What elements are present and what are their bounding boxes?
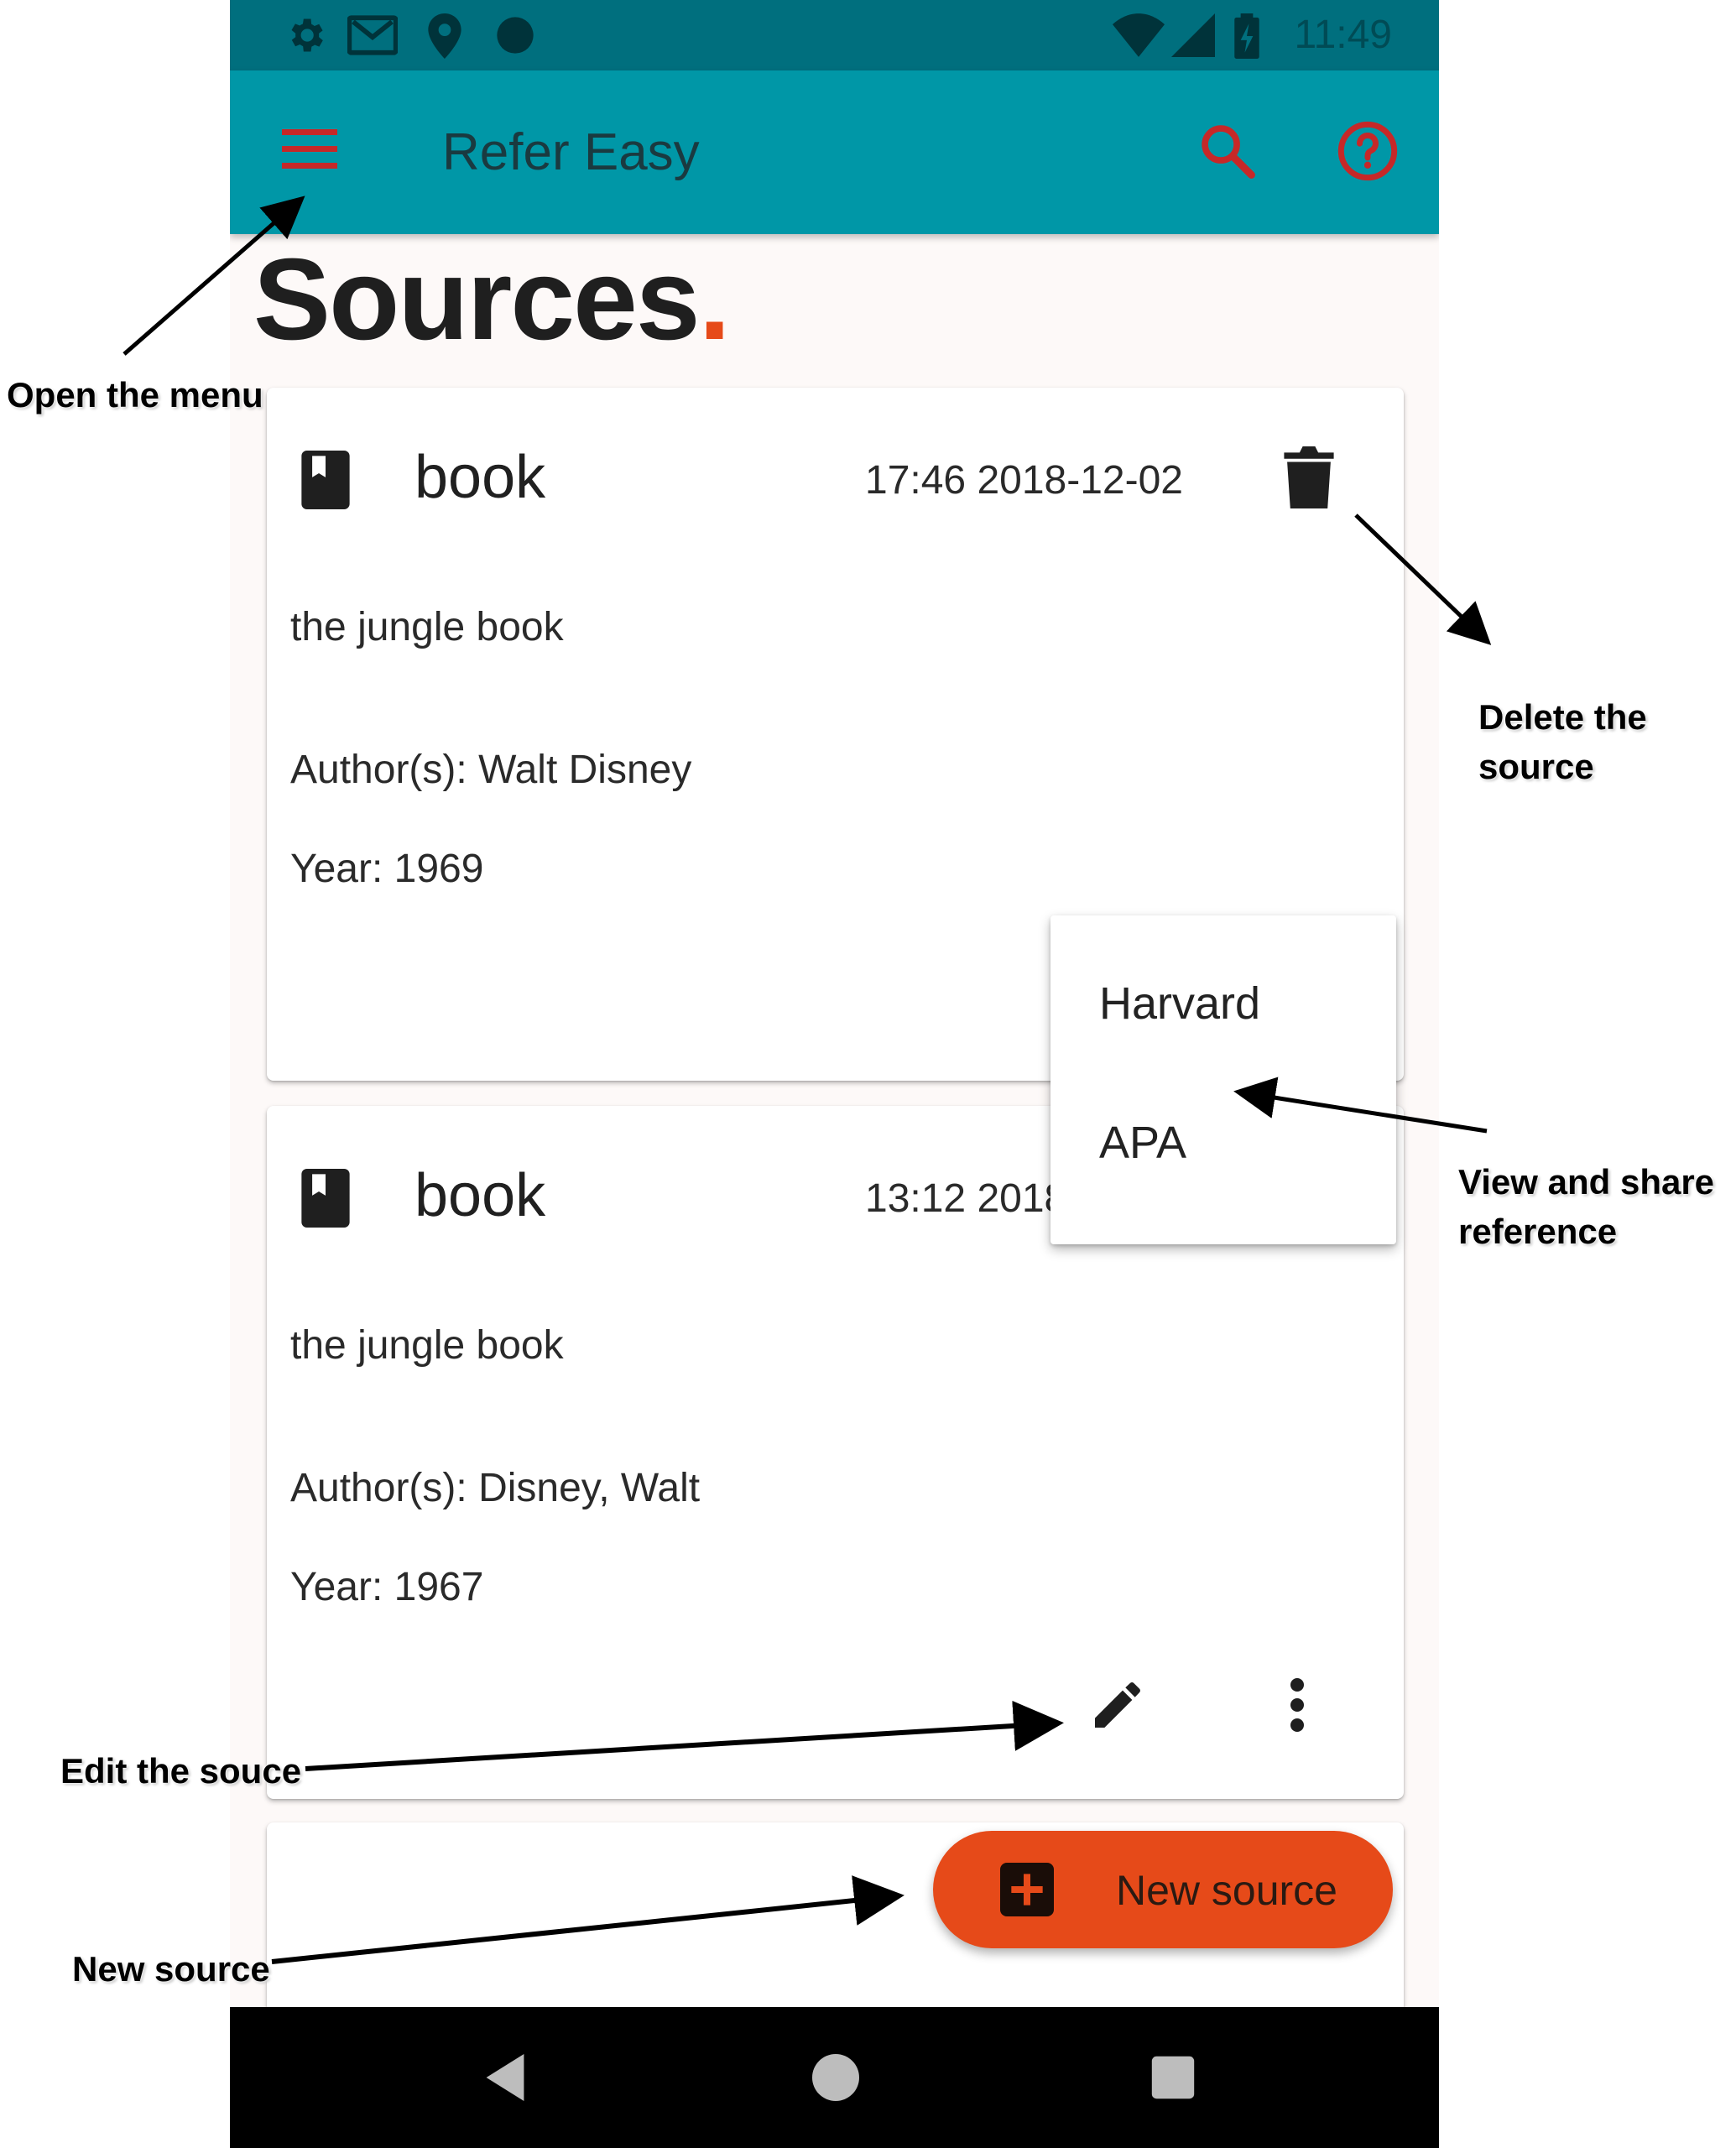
gear-icon (291, 18, 323, 52)
source-authors: Author(s): Walt Disney (290, 748, 692, 792)
source-title: the jungle book (290, 1323, 564, 1368)
page-title-dot: . (698, 235, 731, 364)
annotation-view-share: View and share reference (1458, 1158, 1714, 1257)
annotation-view-share-line1: View and share (1458, 1162, 1715, 1202)
annotation-edit-source: Edit the souce (60, 1751, 302, 1791)
home-icon[interactable] (812, 2054, 859, 2101)
gmail-icon (347, 15, 398, 55)
annotation-delete-line2: source (1478, 746, 1594, 786)
location-icon (428, 13, 461, 59)
pencil-icon[interactable] (1087, 1675, 1148, 1735)
trash-icon[interactable] (1282, 446, 1336, 508)
phone-screen: 11:49 Refer Easy Sources. book 17:46 201… (230, 0, 1439, 2148)
reference-style-menu: Harvard APA (1050, 915, 1396, 1244)
system-nav-bar (230, 2007, 1439, 2148)
source-type: book (414, 444, 546, 511)
circle-icon (497, 17, 534, 54)
source-title: the jungle book (290, 605, 564, 649)
signal-icon (1171, 13, 1215, 57)
menu-item-apa[interactable]: APA (1099, 1117, 1186, 1169)
app-title: Refer Easy (442, 123, 700, 181)
book-icon (301, 1169, 350, 1228)
source-year: Year: 1969 (290, 847, 484, 891)
annotation-delete-source: Delete the source (1478, 693, 1647, 792)
menu-item-harvard[interactable]: Harvard (1099, 978, 1260, 1030)
book-icon (301, 451, 350, 509)
annotation-delete-line1: Delete the (1478, 697, 1647, 737)
battery-charging-icon (1234, 13, 1259, 59)
status-bar: 11:49 (230, 0, 1439, 70)
wifi-icon (1113, 13, 1165, 57)
app-bar: Refer Easy (230, 70, 1439, 234)
annotation-open-menu: Open the menu (7, 375, 263, 414)
hamburger-menu-icon[interactable] (282, 128, 341, 173)
search-icon[interactable] (1196, 119, 1259, 183)
source-type: book (414, 1162, 546, 1229)
status-clock: 11:49 (1294, 13, 1392, 57)
help-circle-icon[interactable] (1336, 119, 1400, 183)
new-source-label: New source (1116, 1867, 1337, 1914)
page-title: Sources. (253, 242, 731, 357)
more-vert-icon[interactable] (1280, 1675, 1314, 1735)
add-box-icon (1000, 1863, 1054, 1916)
recents-icon[interactable] (1150, 2054, 1196, 2101)
annotation-new-source: New source (72, 1949, 270, 1989)
new-source-button[interactable]: New source (933, 1831, 1393, 1948)
page-title-text: Sources (253, 235, 701, 364)
back-icon[interactable] (482, 2054, 529, 2101)
source-year: Year: 1967 (290, 1565, 484, 1609)
source-authors: Author(s): Disney, Walt (290, 1466, 701, 1510)
annotation-view-share-line2: reference (1458, 1211, 1618, 1251)
source-timestamp: 17:46 2018-12-02 (865, 458, 1183, 503)
